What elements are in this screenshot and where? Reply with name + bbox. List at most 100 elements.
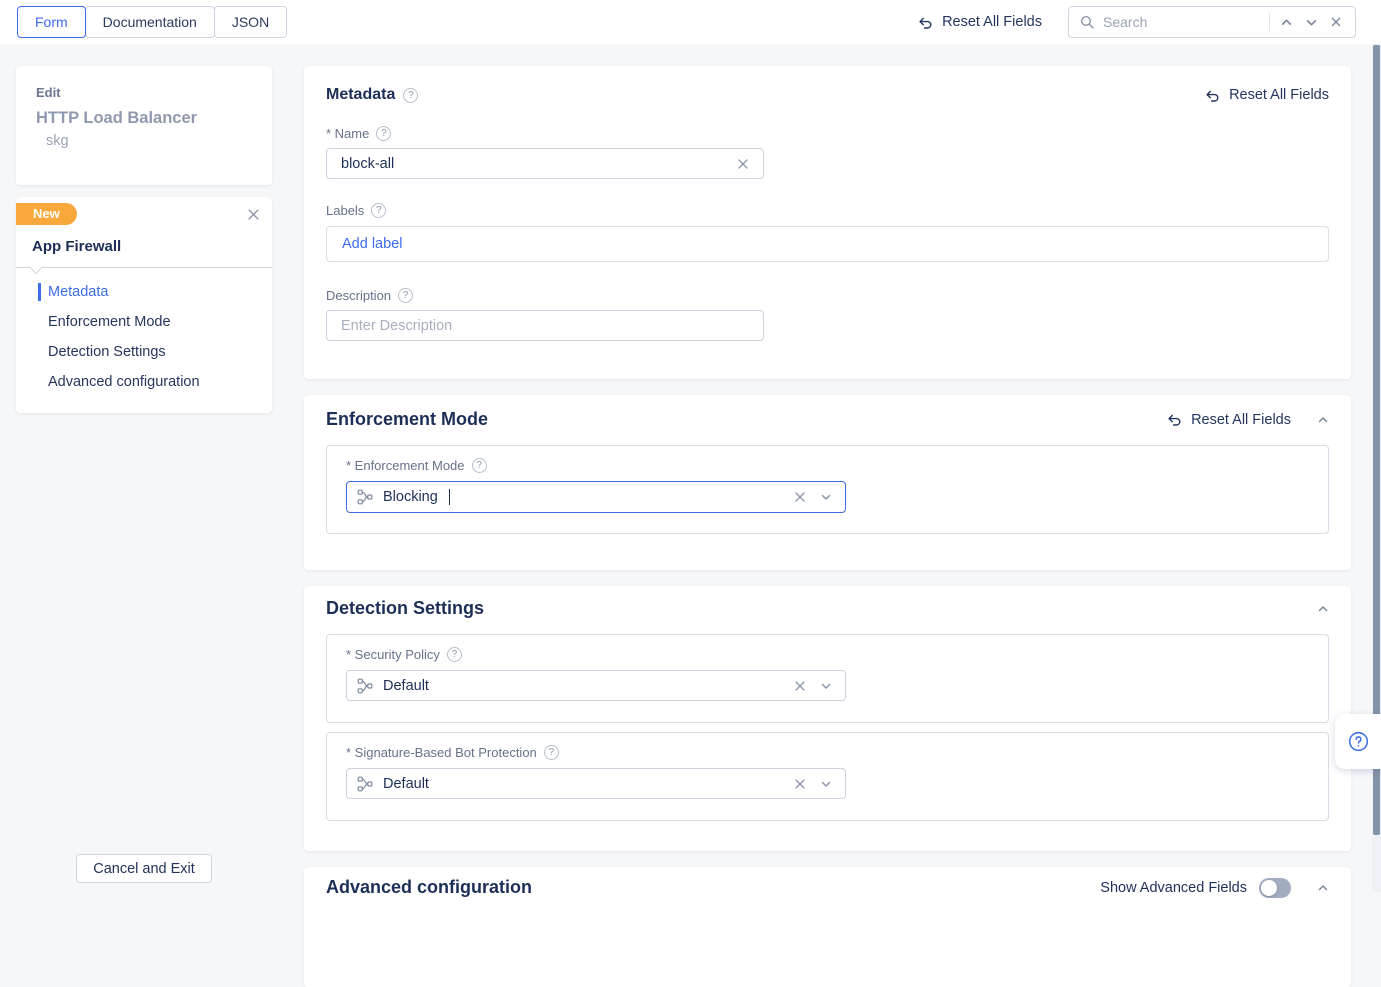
bot-protection-group-box: * Signature-Based Bot Protection Default: [326, 732, 1329, 821]
top-toolbar: Form Documentation JSON Reset All Fields: [0, 0, 1381, 44]
help-fab-button[interactable]: [1335, 714, 1381, 769]
cancel-and-exit-button[interactable]: Cancel and Exit: [76, 854, 212, 883]
bot-protection-value: Default: [383, 776, 429, 792]
name-input[interactable]: [341, 156, 735, 172]
show-advanced-fields-toggle[interactable]: [1259, 878, 1291, 898]
enforcement-mode-value: Blocking: [383, 489, 438, 505]
enforcement-field-label: * Enforcement Mode: [346, 458, 1309, 473]
context-title: HTTP Load Balancer: [36, 109, 252, 128]
search-prev-chevron-up-icon[interactable]: [1278, 14, 1295, 31]
detection-title: Detection Settings: [326, 598, 484, 619]
bot-protection-label: * Signature-Based Bot Protection: [346, 745, 1309, 760]
enforcement-collapse-chevron-up-icon[interactable]: [1317, 414, 1329, 426]
add-label-button[interactable]: Add label: [342, 236, 402, 252]
sidebar-item-label: Enforcement Mode: [48, 314, 171, 330]
security-policy-select[interactable]: Default: [346, 670, 846, 701]
new-badge: New: [16, 203, 77, 225]
metadata-header: Metadata Reset All Fields: [304, 66, 1351, 104]
search-divider: [1269, 13, 1270, 31]
security-policy-value: Default: [383, 678, 429, 694]
description-input[interactable]: [341, 318, 751, 334]
security-policy-help-icon[interactable]: [447, 647, 462, 662]
enforcement-help-icon[interactable]: [472, 458, 487, 473]
security-policy-group-box: * Security Policy Default: [326, 634, 1329, 723]
view-tabs: Form Documentation JSON: [18, 6, 287, 38]
object-title: App Firewall: [32, 238, 256, 255]
section-divider: [16, 267, 272, 268]
app-firewall-form-page: Form Documentation JSON Reset All Fields: [0, 0, 1381, 892]
divider-notch-icon: [29, 260, 43, 274]
undo-icon: [916, 15, 933, 30]
tab-documentation[interactable]: Documentation: [85, 6, 215, 38]
app-firewall-card: New App Firewall Metadata Enforcement Mo…: [16, 197, 272, 413]
description-field-label: Description: [326, 288, 1329, 303]
sidebar-item-label: Advanced configuration: [48, 374, 200, 390]
sidebar-item-enforcement-mode[interactable]: Enforcement Mode: [16, 307, 272, 337]
labels-field-label: Labels: [326, 203, 1329, 218]
edit-kicker: Edit: [36, 85, 252, 100]
section-nav: Metadata Enforcement Mode Detection Sett…: [16, 277, 272, 397]
tab-form[interactable]: Form: [17, 6, 86, 38]
bot-protection-select[interactable]: Default: [346, 768, 846, 799]
advanced-header: Advanced configuration Show Advanced Fie…: [304, 867, 1351, 898]
context-subtitle: skg: [46, 133, 252, 149]
name-help-icon[interactable]: [376, 126, 391, 141]
reset-all-label: Reset All Fields: [1191, 412, 1291, 428]
labels-box: Add label: [326, 226, 1329, 262]
enforcement-reset-all-button[interactable]: Reset All Fields: [1165, 412, 1291, 428]
undo-icon: [1203, 88, 1220, 103]
enum-graph-icon: [357, 776, 373, 792]
detection-collapse-chevron-up-icon[interactable]: [1317, 603, 1329, 615]
sidebar-item-advanced-configuration[interactable]: Advanced configuration: [16, 367, 272, 397]
toggle-knob: [1261, 880, 1277, 896]
detection-section-card: Detection Settings * Security Policy Def…: [304, 586, 1351, 851]
reset-all-label: Reset All Fields: [942, 14, 1042, 30]
edit-context-card: Edit HTTP Load Balancer skg: [16, 66, 272, 185]
metadata-section-card: Metadata Reset All Fields * Name: [304, 66, 1351, 379]
detection-header: Detection Settings: [304, 586, 1351, 619]
search-icon: [1080, 15, 1095, 30]
text-cursor: [449, 489, 451, 505]
description-input-wrap: [326, 310, 764, 341]
sidebar-item-label: Metadata: [48, 284, 108, 300]
security-policy-chevron-down-icon[interactable]: [820, 680, 832, 692]
sidebar-item-label: Detection Settings: [48, 344, 166, 360]
metadata-help-icon[interactable]: [403, 88, 418, 103]
help-question-icon: [1347, 730, 1370, 753]
tab-json[interactable]: JSON: [214, 6, 287, 38]
name-field-label: * Name: [326, 126, 1329, 141]
enforcement-header: Enforcement Mode Reset All Fields: [304, 395, 1351, 430]
metadata-reset-all-button[interactable]: Reset All Fields: [1203, 87, 1329, 103]
security-policy-clear-icon[interactable]: [794, 680, 806, 692]
name-input-wrap: [326, 148, 764, 179]
labels-help-icon[interactable]: [371, 203, 386, 218]
bot-protection-chevron-down-icon[interactable]: [820, 778, 832, 790]
search-next-chevron-down-icon[interactable]: [1303, 14, 1320, 31]
enforcement-group-box: * Enforcement Mode Blocking: [326, 445, 1329, 534]
sidebar-item-metadata[interactable]: Metadata: [16, 277, 272, 307]
enum-graph-icon: [357, 489, 373, 505]
name-clear-icon[interactable]: [735, 156, 751, 172]
sidebar-item-detection-settings[interactable]: Detection Settings: [16, 337, 272, 367]
bot-protection-clear-icon[interactable]: [794, 778, 806, 790]
metadata-title: Metadata: [326, 86, 395, 104]
search-close-icon[interactable]: [1328, 14, 1344, 30]
enforcement-section-card: Enforcement Mode Reset All Fields: [304, 395, 1351, 570]
show-advanced-fields-label: Show Advanced Fields: [1100, 880, 1247, 896]
reset-all-label: Reset All Fields: [1229, 87, 1329, 103]
close-panel-icon[interactable]: [245, 206, 262, 223]
search-box: [1068, 6, 1356, 38]
search-input[interactable]: [1103, 14, 1261, 30]
description-help-icon[interactable]: [398, 288, 413, 303]
active-indicator-bar: [38, 283, 41, 301]
enum-graph-icon: [357, 678, 373, 694]
security-policy-label: * Security Policy: [346, 647, 1309, 662]
advanced-section-card: Advanced configuration Show Advanced Fie…: [304, 867, 1351, 987]
reset-all-fields-button[interactable]: Reset All Fields: [916, 14, 1042, 30]
toolbar-right: Reset All Fields: [916, 6, 1356, 38]
enforcement-clear-icon[interactable]: [794, 491, 806, 503]
enforcement-mode-select[interactable]: Blocking: [346, 481, 846, 513]
bot-protection-help-icon[interactable]: [544, 745, 559, 760]
enforcement-chevron-down-icon[interactable]: [820, 491, 832, 503]
undo-icon: [1165, 412, 1182, 427]
